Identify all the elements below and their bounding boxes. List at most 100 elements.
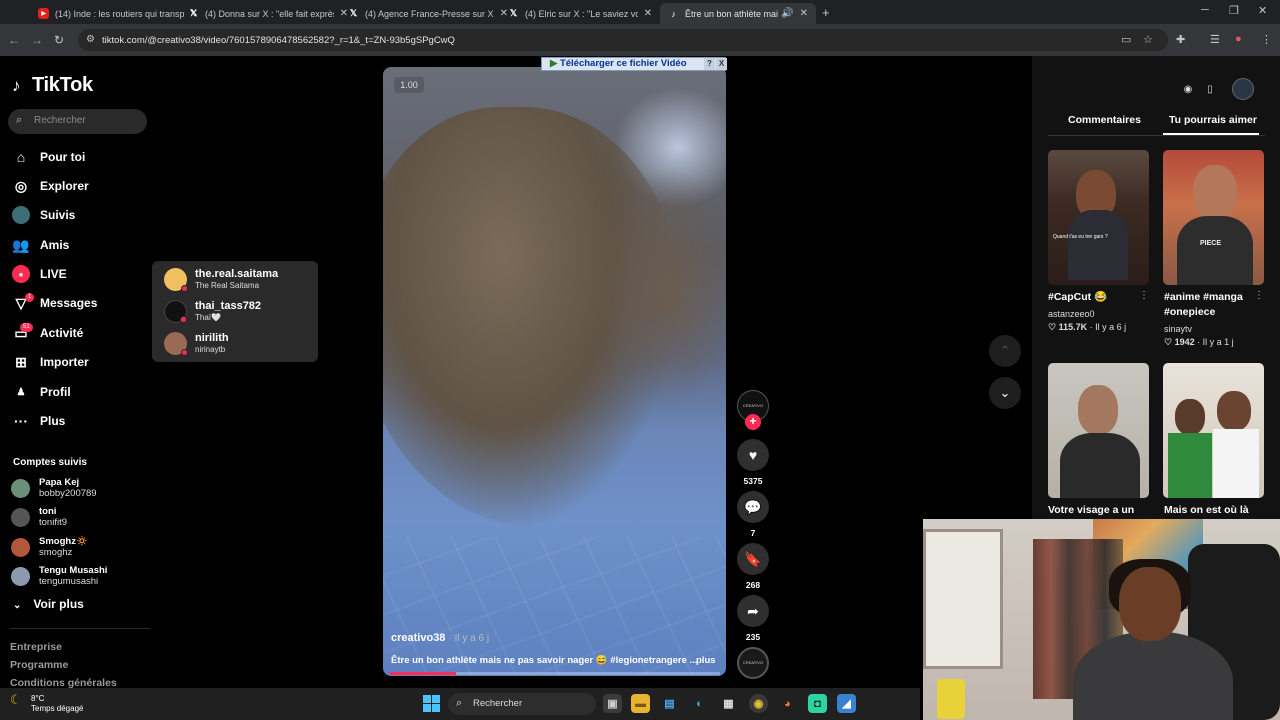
task-view-icon[interactable]: ▣ — [603, 694, 622, 713]
caption-more-link[interactable]: plus — [696, 655, 716, 666]
search-icon: ⌕ — [16, 114, 23, 126]
reading-list-icon[interactable]: ☰ — [1210, 33, 1220, 46]
avatar — [11, 537, 30, 557]
back-icon[interactable]: ← — [8, 33, 20, 47]
speaker-icon[interactable]: 🔊 — [781, 8, 793, 19]
url-text[interactable]: tiktok.com/@creativo38/video/76015789064… — [102, 35, 455, 46]
store-icon[interactable]: ▦ — [719, 694, 738, 713]
close-window-icon[interactable]: ✕ — [1258, 4, 1267, 17]
nav-friends[interactable]: 👥 Amis — [12, 234, 69, 256]
more-options-icon[interactable]: ⋮ — [1139, 290, 1149, 301]
like-count: 5375 — [743, 476, 763, 486]
more-options-icon[interactable]: ⋮ — [1254, 290, 1264, 301]
followed-account[interactable]: toni tonifit9 — [11, 506, 67, 528]
site-info-icon[interactable]: ⚙ — [86, 34, 95, 45]
close-tab-icon[interactable]: ✕ — [800, 8, 808, 19]
video-author[interactable]: creativo38 · Il y a 6 j — [391, 632, 489, 644]
video-progress-bar[interactable] — [390, 672, 720, 675]
followed-account[interactable]: Papa Kej bobby200789 — [11, 477, 97, 499]
suggested-video-thumbnail[interactable]: Quand t'as eu ton gars ? — [1048, 150, 1149, 285]
nav-profile[interactable]: ♟ Profil — [12, 381, 71, 403]
suggested-title[interactable]: Mais on est où là — [1164, 503, 1249, 518]
maximize-icon[interactable]: ❐ — [1229, 4, 1239, 17]
share-button[interactable]: ➦ — [737, 595, 769, 627]
browser-tab-4[interactable]: 𝕏(4) Elric sur X : "Le saviez vous?✕ — [500, 3, 660, 24]
live-account[interactable]: thai_tass782 Thaï🤍 — [164, 300, 261, 323]
see-more-button[interactable]: ⌄ Voir plus — [13, 597, 84, 611]
app-green-icon[interactable]: ◘ — [808, 694, 827, 713]
follow-plus-button[interactable]: + — [745, 414, 761, 430]
menu-kebab-icon[interactable]: ⋮ — [1261, 33, 1272, 46]
download-video-bar[interactable]: ▶ Télécharger ce fichier Vidéo? X — [541, 57, 727, 71]
suggested-title[interactable]: #CapCut 😂 — [1048, 290, 1107, 305]
comment-button[interactable]: 💬 — [737, 491, 769, 523]
nav-following[interactable]: Suivis — [12, 204, 75, 226]
edge-icon[interactable]: ◐ — [690, 694, 709, 713]
tiktok-note-icon: ♪ — [12, 76, 21, 95]
user-avatar[interactable] — [1232, 78, 1254, 100]
share-count: 235 — [745, 632, 761, 642]
tab-suggestions[interactable]: Tu pourrais aimer — [1169, 114, 1257, 126]
following-avatar-icon — [12, 206, 30, 224]
live-account[interactable]: the.real.saitama The Real Saitama — [164, 268, 278, 292]
video-caption: Être un bon athlète mais ne pas savoir n… — [391, 655, 716, 666]
friends-icon: 👥 — [12, 236, 30, 253]
comment-count: 7 — [750, 528, 756, 538]
extensions-icon[interactable]: ✚ — [1176, 33, 1185, 46]
firefox-icon[interactable]: ◕ — [778, 694, 797, 713]
search-input[interactable]: ⌕ Rechercher — [8, 109, 147, 134]
cast-icon[interactable]: ▭ — [1121, 33, 1131, 46]
moon-weather-icon: ☾ — [10, 692, 22, 707]
bookmark-star-icon[interactable]: ☆ — [1143, 33, 1153, 46]
suggested-title[interactable]: Votre visage a un — [1048, 503, 1134, 518]
nav-upload[interactable]: ⊞ Importer — [12, 351, 89, 373]
suggested-video-thumbnail[interactable]: PIECE — [1163, 150, 1264, 285]
app-blue-icon[interactable]: ◢ — [837, 694, 856, 713]
browser-tab-3[interactable]: 𝕏 (4) Agence France-Presse sur X : ✕ — [340, 3, 516, 24]
weather-widget[interactable]: ☾ 8°C Temps dégagé — [10, 692, 83, 714]
previous-video-button[interactable]: ⌃ — [989, 335, 1021, 367]
file-explorer-icon[interactable]: ▬ — [631, 694, 650, 713]
x-icon: 𝕏 — [189, 8, 198, 18]
music-disc[interactable]: CREATIVO — [737, 647, 769, 679]
followed-account[interactable]: Smoghz🔅 smoghz — [11, 536, 88, 558]
playback-speed-label[interactable]: 1.00 — [394, 77, 424, 93]
next-video-button[interactable]: ⌄ — [989, 377, 1021, 409]
profile-avatar-icon[interactable]: ● — [1235, 33, 1242, 45]
reload-icon[interactable]: ↻ — [54, 33, 64, 47]
save-button[interactable]: 🔖 — [737, 543, 769, 575]
tab-comments[interactable]: Commentaires — [1068, 114, 1141, 126]
minimize-icon[interactable]: ─ — [1201, 4, 1209, 16]
x-icon: 𝕏 — [509, 8, 518, 18]
forward-icon[interactable]: → — [31, 33, 43, 47]
nav-explore[interactable]: ◎ Explorer — [12, 175, 89, 197]
live-account[interactable]: nirilith nirinaytb — [164, 332, 229, 356]
suggested-title[interactable]: #anime #manga #onepiece — [1164, 290, 1254, 320]
chrome-icon[interactable]: ◉ — [749, 694, 768, 713]
help-icon[interactable]: ? — [704, 58, 715, 70]
video-progress-fill — [390, 672, 456, 675]
new-tab-button[interactable]: + — [822, 5, 830, 20]
like-button[interactable]: ♥ — [737, 439, 769, 471]
compass-icon[interactable]: ◉ — [1177, 78, 1199, 100]
suggested-video-thumbnail[interactable] — [1163, 363, 1264, 498]
nav-more[interactable]: ··· Plus — [12, 410, 65, 432]
app-window-icon[interactable]: ▤ — [660, 694, 679, 713]
footer-link[interactable]: Programme — [10, 659, 68, 671]
tiktok-logo[interactable]: ♪ TikTok — [12, 74, 93, 97]
footer-link[interactable]: Entreprise — [10, 641, 62, 653]
windows-start-icon[interactable] — [423, 695, 440, 712]
video-player[interactable] — [383, 67, 726, 676]
browser-tab-5-active[interactable]: ♪Être un bon athlète mais ne pas🔊✕ — [660, 3, 816, 24]
suggested-video-thumbnail[interactable] — [1048, 363, 1149, 498]
mobile-icon[interactable]: ▯ — [1199, 78, 1221, 100]
suggested-user[interactable]: astanzeeo0 — [1048, 309, 1095, 319]
followed-account[interactable]: Tengu Musashi tengumusashi — [11, 565, 107, 587]
nav-for-you[interactable]: ⌂ Pour toi — [12, 146, 86, 168]
suggested-user[interactable]: sinaytv — [1164, 324, 1192, 334]
close-icon[interactable]: X — [716, 58, 727, 70]
taskbar-search[interactable]: ⌕ Rechercher — [448, 693, 596, 715]
nav-live[interactable]: ● LIVE — [12, 263, 67, 285]
browser-tab-2[interactable]: 𝕏 (4) Donna sur X : "elle fait exprès ✕ — [180, 3, 356, 24]
close-tab-icon[interactable]: ✕ — [644, 8, 652, 19]
